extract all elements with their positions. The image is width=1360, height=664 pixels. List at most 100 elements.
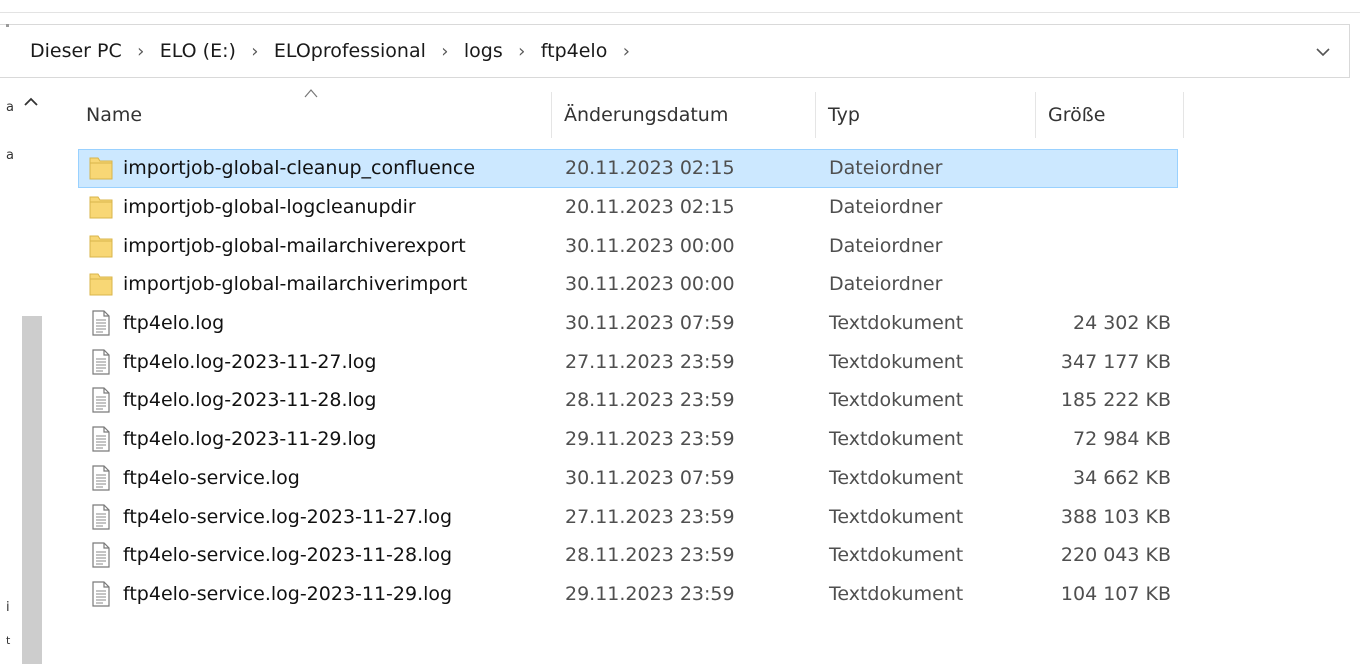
nav-item-partial[interactable]: t [6, 634, 10, 647]
file-name-cell: ftp4elo-service.log-2023-11-27.log [79, 503, 553, 530]
file-name: ftp4elo-service.log-2023-11-29.log [123, 582, 453, 605]
file-size: 347 177 KB [1060, 350, 1171, 373]
file-row[interactable]: ftp4elo-service.log-2023-11-27.log 27.11.… [78, 497, 1178, 536]
file-name-cell: ftp4elo-service.log-2023-11-29.log [79, 581, 553, 607]
folder-icon [89, 194, 113, 220]
file-name: ftp4elo-service.log-2023-11-27.log [123, 505, 453, 528]
file-date: 29.11.2023 23:59 [565, 582, 735, 605]
breadcrumb-chevron-icon[interactable]: › [515, 41, 529, 62]
file-row[interactable]: importjob-global-logcleanupdir 20.11.2023… [78, 188, 1178, 227]
column-header-label: Änderungsdatum [564, 104, 729, 126]
file-name-cell: importjob-global-mailarchiverimport [79, 271, 553, 297]
folder-icon [89, 271, 113, 297]
nav-item-partial[interactable]: a [6, 100, 14, 115]
column-header-size[interactable]: Größe [1036, 92, 1184, 138]
file-name-cell: ftp4elo.log-2023-11-28.log [79, 387, 553, 414]
file-name: importjob-global-logcleanupdir [123, 196, 416, 219]
file-date: 27.11.2023 23:59 [565, 350, 735, 373]
column-resize-handle[interactable] [1183, 92, 1184, 138]
file-date: 30.11.2023 00:00 [565, 234, 735, 257]
file-explorer-window: Dieser PC › ELO (E:) › ELOprofessional ›… [0, 0, 1360, 664]
file-name-cell: ftp4elo.log [79, 310, 553, 336]
nav-item-partial[interactable]: a [6, 148, 14, 163]
file-type: Dateiordner [829, 273, 943, 296]
nav-item-partial[interactable]: i [6, 600, 10, 615]
file-type: Textdokument [829, 505, 964, 528]
file-name: ftp4elo.log-2023-11-27.log [123, 350, 377, 373]
breadcrumb-item-eloprofessional[interactable]: ELOprofessional [272, 40, 428, 62]
file-date: 20.11.2023 02:15 [565, 196, 735, 219]
text-document-icon [89, 349, 113, 375]
navigation-pane[interactable]: a a i t [0, 88, 44, 664]
file-name-cell: importjob-global-logcleanupdir [79, 194, 553, 220]
file-type: Dateiordner [829, 157, 943, 180]
file-name: importjob-global-mailarchiverimport [123, 273, 468, 296]
breadcrumb-chevron-icon[interactable]: › [438, 41, 452, 62]
chevron-up-icon [24, 97, 38, 106]
file-type: Textdokument [829, 466, 964, 489]
recent-locations-button[interactable] [1310, 38, 1336, 66]
file-type: Textdokument [829, 350, 964, 373]
folder-icon [89, 155, 113, 181]
file-row[interactable]: importjob-global-mailarchiverexport 30.11… [78, 226, 1178, 265]
breadcrumb-item-elo-drive[interactable]: ELO (E:) [158, 40, 238, 62]
column-header-label: Typ [828, 104, 860, 126]
breadcrumb-item-logs[interactable]: logs [462, 40, 505, 62]
file-row[interactable]: ftp4elo.log-2023-11-27.log 27.11.2023 23:… [78, 342, 1178, 381]
file-type: Dateiordner [829, 196, 943, 219]
file-type: Textdokument [829, 389, 964, 412]
file-name: ftp4elo-service.log-2023-11-28.log [123, 544, 453, 567]
file-size: 24 302 KB [1072, 312, 1171, 335]
file-row[interactable]: importjob-global-cleanup_confluence 20.11… [78, 149, 1178, 188]
file-type: Textdokument [829, 312, 964, 335]
text-document-icon [89, 581, 113, 607]
folder-icon [89, 233, 113, 259]
file-size: 104 107 KB [1060, 582, 1171, 605]
file-name-cell: importjob-global-cleanup_confluence [79, 155, 553, 181]
text-document-icon [89, 465, 113, 491]
column-header-date[interactable]: Änderungsdatum [552, 92, 816, 138]
file-row[interactable]: importjob-global-mailarchiverimport 30.11… [78, 265, 1178, 304]
file-size: 220 043 KB [1060, 544, 1171, 567]
breadcrumb-chevron-icon[interactable]: › [619, 41, 633, 62]
file-row[interactable]: ftp4elo-service.log-2023-11-28.log 28.11.… [78, 536, 1178, 575]
file-size: 72 984 KB [1072, 428, 1171, 451]
file-name: ftp4elo-service.log [123, 466, 300, 489]
file-name: importjob-global-mailarchiverexport [123, 234, 466, 257]
file-name-cell: ftp4elo-service.log [79, 465, 553, 491]
file-name-cell: ftp4elo.log-2023-11-27.log [79, 349, 553, 375]
column-header-name[interactable]: Name [78, 92, 552, 138]
column-header-row: Name Änderungsdatum Typ Größe [78, 92, 1184, 138]
text-document-icon [89, 310, 113, 336]
breadcrumb[interactable]: Dieser PC › ELO (E:) › ELOprofessional ›… [28, 38, 643, 64]
file-name: ftp4elo.log-2023-11-29.log [123, 428, 377, 451]
breadcrumb-chevron-icon[interactable]: › [134, 41, 148, 62]
scrollbar-thumb[interactable] [22, 316, 42, 664]
text-document-icon [89, 387, 113, 414]
text-document-icon [89, 503, 113, 530]
breadcrumb-item-dieser-pc[interactable]: Dieser PC [28, 40, 124, 62]
file-type: Dateiordner [829, 234, 943, 257]
file-type: Textdokument [829, 428, 964, 451]
file-row[interactable]: ftp4elo.log 30.11.2023 07:59 Textdokument 2… [78, 304, 1178, 343]
file-type: Textdokument [829, 544, 964, 567]
file-date: 27.11.2023 23:59 [565, 505, 735, 528]
column-header-type[interactable]: Typ [816, 92, 1036, 138]
file-row[interactable]: ftp4elo-service.log-2023-11-29.log 29.11.… [78, 575, 1178, 614]
file-name-cell: importjob-global-mailarchiverexport [79, 233, 553, 259]
file-size: 34 662 KB [1072, 466, 1171, 489]
scroll-up-button[interactable] [22, 92, 40, 110]
file-row[interactable]: ftp4elo-service.log 30.11.2023 07:59 Textd… [78, 459, 1178, 498]
column-header-label: Größe [1048, 104, 1106, 126]
file-list: importjob-global-cleanup_confluence 20.11… [78, 149, 1178, 613]
file-size: 185 222 KB [1060, 389, 1171, 412]
file-date: 20.11.2023 02:15 [565, 157, 735, 180]
ribbon-divider [0, 12, 1360, 13]
file-row[interactable]: ftp4elo.log-2023-11-29.log 29.11.2023 23:… [78, 420, 1178, 459]
file-name-cell: ftp4elo.log-2023-11-29.log [79, 426, 553, 452]
file-row[interactable]: ftp4elo.log-2023-11-28.log 28.11.2023 23:… [78, 381, 1178, 420]
file-name: importjob-global-cleanup_confluence [123, 157, 476, 180]
breadcrumb-item-ftp4elo[interactable]: ftp4elo [539, 40, 610, 62]
breadcrumb-chevron-icon[interactable]: › [248, 41, 262, 62]
file-date: 28.11.2023 23:59 [565, 389, 735, 412]
